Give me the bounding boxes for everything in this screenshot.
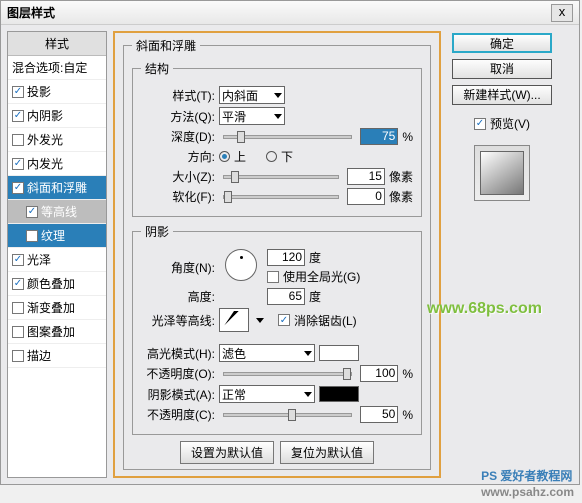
hlmode-select[interactable]: 滤色 <box>219 344 315 362</box>
hlopac-slider[interactable] <box>223 372 352 376</box>
soften-value[interactable]: 0 <box>347 188 385 205</box>
method-label: 方法(Q): <box>141 108 215 125</box>
item-bevel[interactable]: ✓斜面和浮雕 <box>8 176 106 200</box>
shmode-select[interactable]: 正常 <box>219 385 315 403</box>
watermark-1: www.68ps.com <box>427 300 542 318</box>
chk-satin[interactable]: ✓ <box>12 254 24 266</box>
sh-color[interactable] <box>319 386 359 402</box>
watermark-2: PS 爱好者教程网 www.psahz.com <box>481 467 574 499</box>
hlopac-value[interactable]: 100 <box>360 365 398 382</box>
chk-innerglow[interactable]: ✓ <box>12 158 24 170</box>
shading-group: 阴影 角度(N): 120 度 使用全局光(G) <box>132 223 422 435</box>
px-label: 像素 <box>389 168 413 185</box>
hlmode-label: 高光模式(H): <box>141 345 215 362</box>
shopac-slider[interactable] <box>223 413 352 417</box>
chk-outerglow[interactable] <box>12 134 24 146</box>
blend-options[interactable]: 混合选项:自定 <box>8 56 106 80</box>
depth-slider[interactable] <box>223 135 352 139</box>
dir-label: 方向: <box>141 148 215 165</box>
dialog-title: 图层样式 <box>7 4 55 21</box>
angle-label: 角度(N): <box>141 259 215 276</box>
item-innerglow[interactable]: ✓内发光 <box>8 152 106 176</box>
dir-down-radio[interactable] <box>266 151 277 162</box>
preview-thumb <box>474 145 530 201</box>
item-texture[interactable]: 纹理 <box>8 224 106 248</box>
alt-value[interactable]: 65 <box>267 288 305 305</box>
dropdown-icon[interactable] <box>256 318 264 323</box>
gloss-contour[interactable] <box>219 308 249 332</box>
size-value[interactable]: 15 <box>347 168 385 185</box>
chk-coloroverlay[interactable]: ✓ <box>12 278 24 290</box>
styles-header: 样式 <box>8 32 106 56</box>
chk-texture[interactable] <box>26 230 38 242</box>
px-label: 像素 <box>389 188 413 205</box>
chk-preview[interactable]: ✓ <box>474 118 486 130</box>
item-outerglow[interactable]: 外发光 <box>8 128 106 152</box>
depth-value[interactable]: 75 <box>360 128 398 145</box>
right-panel: 确定 取消 新建样式(W)... ✓ 预览(V) <box>447 31 557 478</box>
style-select[interactable]: 内斜面 <box>219 86 285 104</box>
item-dropshadow[interactable]: ✓投影 <box>8 80 106 104</box>
item-stroke[interactable]: 描边 <box>8 344 106 368</box>
chk-patternoverlay[interactable] <box>12 326 24 338</box>
size-label: 大小(Z): <box>141 168 215 185</box>
deg-label: 度 <box>309 249 321 266</box>
anti-label: 消除锯齿(L) <box>294 312 357 329</box>
styles-list: 样式 混合选项:自定 ✓投影 ✓内阴影 外发光 ✓内发光 ✓斜面和浮雕 ✓等高线… <box>7 31 107 478</box>
ok-button[interactable]: 确定 <box>452 33 552 53</box>
reset-default-button[interactable]: 复位为默认值 <box>280 441 374 464</box>
chk-innershadow[interactable]: ✓ <box>12 110 24 122</box>
method-select[interactable]: 平滑 <box>219 107 285 125</box>
chk-antialias[interactable]: ✓ <box>278 314 290 326</box>
bevel-legend: 斜面和浮雕 <box>132 37 200 54</box>
shading-legend: 阴影 <box>141 223 173 240</box>
content: 样式 混合选项:自定 ✓投影 ✓内阴影 外发光 ✓内发光 ✓斜面和浮雕 ✓等高线… <box>1 25 579 484</box>
preview-label: 预览(V) <box>490 115 530 132</box>
soften-slider[interactable] <box>223 195 339 199</box>
hl-color[interactable] <box>319 345 359 361</box>
deg-label: 度 <box>309 288 321 305</box>
item-contour[interactable]: ✓等高线 <box>8 200 106 224</box>
chk-gradientoverlay[interactable] <box>12 302 24 314</box>
soften-label: 软化(F): <box>141 188 215 205</box>
close-button[interactable]: x <box>551 4 573 22</box>
angle-wheel[interactable] <box>225 249 257 281</box>
shopac-label: 不透明度(C): <box>141 406 215 423</box>
size-slider[interactable] <box>223 175 339 179</box>
item-gradientoverlay[interactable]: 渐变叠加 <box>8 296 106 320</box>
cancel-button[interactable]: 取消 <box>452 59 552 79</box>
angle-value[interactable]: 120 <box>267 249 305 266</box>
dropdown-icon <box>304 392 312 397</box>
structure-legend: 结构 <box>141 60 173 77</box>
chk-dropshadow[interactable]: ✓ <box>12 86 24 98</box>
gloss-label: 光泽等高线: <box>141 312 215 329</box>
item-patternoverlay[interactable]: 图案叠加 <box>8 320 106 344</box>
item-coloroverlay[interactable]: ✓颜色叠加 <box>8 272 106 296</box>
set-default-button[interactable]: 设置为默认值 <box>180 441 274 464</box>
shmode-label: 阴影模式(A): <box>141 386 215 403</box>
dropdown-icon <box>274 93 282 98</box>
bevel-group: 斜面和浮雕 结构 样式(T): 内斜面 方法(Q): 平滑 深度(D): 75 <box>123 37 431 470</box>
alt-label: 高度: <box>141 288 215 305</box>
chk-global[interactable] <box>267 271 279 283</box>
shopac-value[interactable]: 50 <box>360 406 398 423</box>
dir-up-radio[interactable] <box>219 151 230 162</box>
dropdown-icon <box>274 114 282 119</box>
depth-label: 深度(D): <box>141 128 215 145</box>
dropdown-icon <box>304 351 312 356</box>
layer-style-dialog: 图层样式 x 样式 混合选项:自定 ✓投影 ✓内阴影 外发光 ✓内发光 ✓斜面和… <box>0 0 580 485</box>
settings-panel: 斜面和浮雕 结构 样式(T): 内斜面 方法(Q): 平滑 深度(D): 75 <box>113 31 441 478</box>
newstyle-button[interactable]: 新建样式(W)... <box>452 85 552 105</box>
chk-bevel[interactable]: ✓ <box>12 182 24 194</box>
item-satin[interactable]: ✓光泽 <box>8 248 106 272</box>
pct-label: % <box>402 130 413 144</box>
hlopac-label: 不透明度(O): <box>141 365 215 382</box>
chk-stroke[interactable] <box>12 350 24 362</box>
style-label: 样式(T): <box>141 87 215 104</box>
titlebar[interactable]: 图层样式 x <box>1 1 579 25</box>
global-label: 使用全局光(G) <box>283 268 360 285</box>
structure-group: 结构 样式(T): 内斜面 方法(Q): 平滑 深度(D): 75 % <box>132 60 422 217</box>
chk-contour[interactable]: ✓ <box>26 206 38 218</box>
item-innershadow[interactable]: ✓内阴影 <box>8 104 106 128</box>
